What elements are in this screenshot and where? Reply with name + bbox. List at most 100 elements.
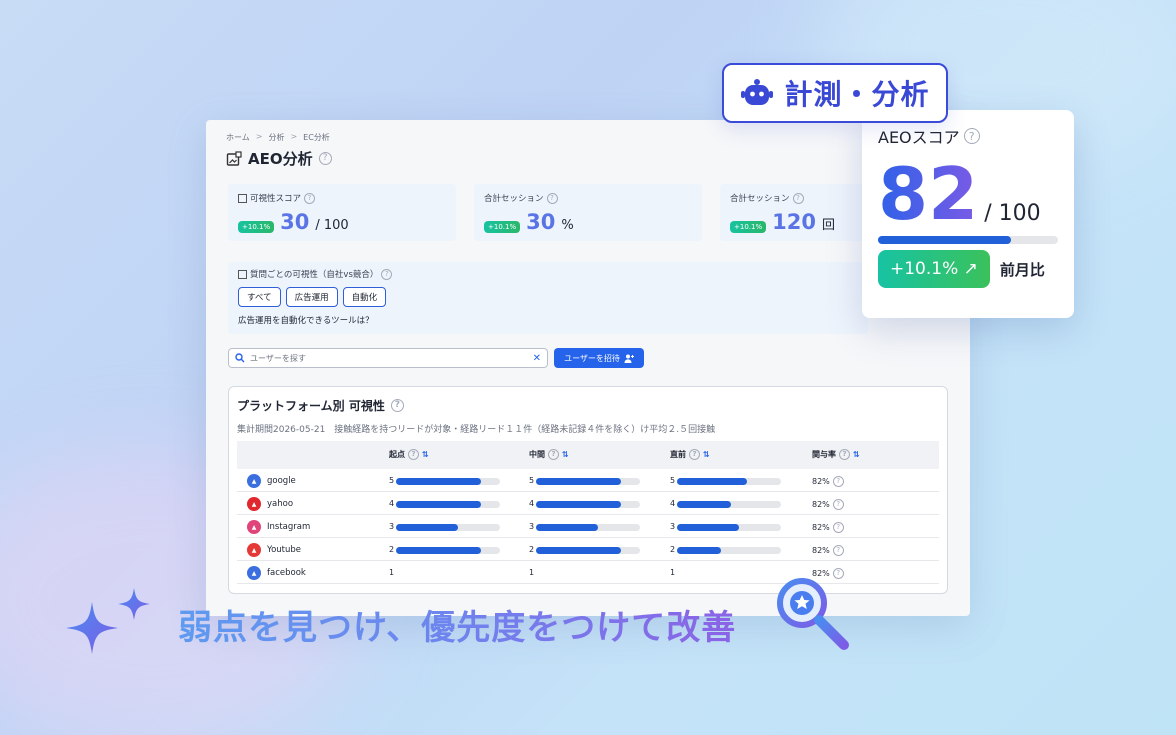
help-icon[interactable]: ? [832, 545, 844, 556]
count-start: 4 [389, 499, 395, 508]
bar-track-middle [536, 547, 640, 554]
bar-fill-start [396, 478, 482, 485]
column-rate[interactable]: 関与率? ⇅ [812, 449, 860, 460]
help-icon[interactable]: ? [689, 449, 700, 460]
count-middle: 1 [529, 568, 535, 577]
column-last[interactable]: 直前? ⇅ [670, 449, 710, 460]
bar-fill-last [677, 524, 740, 531]
bar-track-middle [536, 478, 640, 485]
help-icon[interactable]: ? [408, 449, 419, 460]
table-row[interactable]: ▲ google 5 5 5 82%? [237, 469, 939, 492]
bar-fill-middle [536, 524, 599, 531]
breadcrumb: ホーム > 分析 > EC分析 [226, 132, 330, 143]
count-start: 3 [389, 522, 395, 531]
robot-icon [741, 79, 774, 105]
help-icon[interactable]: ? [963, 128, 980, 144]
table-row[interactable]: ▲ Youtube 2 2 2 82%? [237, 538, 939, 561]
platform-name: yahoo [267, 499, 294, 509]
breadcrumb-home[interactable]: ホーム [226, 132, 250, 143]
platform-logo-icon: ▲ [247, 497, 261, 511]
platform-logo-icon: ▲ [247, 474, 261, 488]
platform-visibility-card: プラットフォーム別 可視性? 集計期間2026-05-21 接触経路を持つリード… [228, 386, 948, 594]
tagline: 弱点を見つけ、優先度をつけて改善 [178, 600, 736, 649]
help-icon[interactable]: ? [381, 268, 393, 280]
chart-icon [238, 193, 247, 203]
search-icon [235, 353, 245, 363]
bar-fill-start [396, 547, 482, 554]
help-icon[interactable]: ? [304, 192, 316, 204]
invite-user-button[interactable]: ユーザーを招待 [554, 348, 644, 368]
kpi-unit: / 100 [315, 218, 349, 233]
page-title: AEO分析 [248, 150, 313, 168]
bar-track-last [677, 478, 781, 485]
analytics-image-icon [226, 150, 242, 166]
count-start: 2 [389, 545, 395, 554]
aeo-score-card: AEOスコア? 82/ 100 +10.1% ↗ 前月比 [862, 110, 1074, 318]
delta-badge: +10.1% [238, 221, 275, 233]
help-icon[interactable]: ? [832, 476, 844, 487]
filter-chip-all[interactable]: すべて [238, 287, 281, 307]
sort-icon[interactable]: ⇅ [422, 450, 429, 459]
count-last: 3 [670, 522, 676, 531]
help-icon[interactable]: ? [839, 449, 850, 460]
column-start[interactable]: 起点? ⇅ [389, 449, 429, 460]
table-row[interactable]: ▲ Instagram 3 3 3 82%? [237, 515, 939, 538]
help-icon[interactable]: ? [318, 152, 332, 165]
help-icon[interactable]: ? [546, 192, 558, 204]
column-middle[interactable]: 中間? ⇅ [529, 449, 569, 460]
sort-icon[interactable]: ⇅ [703, 450, 710, 459]
kpi-label: 合計セッション [730, 194, 790, 204]
score-comparison: 前月比 [999, 260, 1045, 279]
feature-tag: 計測・分析 [722, 63, 948, 123]
bar-fill-middle [536, 478, 622, 485]
table-header: 起点? ⇅ 中間? ⇅ 直前? ⇅ 関与率? ⇅ [237, 441, 939, 469]
help-icon[interactable]: ? [832, 522, 844, 533]
bar-fill-last [677, 478, 747, 485]
bar-track-middle [536, 524, 640, 531]
rate-value: 82% [812, 546, 830, 555]
search-input[interactable]: ユーザーを探す [250, 353, 528, 364]
filter-chip-automation[interactable]: 自動化 [342, 287, 387, 307]
feature-tag-text: 計測・分析 [784, 78, 930, 111]
count-last: 4 [670, 499, 676, 508]
page-title-row: AEO分析 ? [226, 148, 332, 169]
count-start: 5 [389, 476, 395, 485]
count-last: 1 [670, 568, 676, 577]
kpi-card-visibility: 可視性スコア? +10.1% 30 / 100 [228, 184, 456, 241]
help-icon[interactable]: ? [792, 192, 804, 204]
bar-fill-start [396, 524, 459, 531]
platform-cell: ▲ yahoo [247, 497, 293, 511]
chart-icon [238, 269, 247, 279]
help-icon[interactable]: ? [548, 449, 559, 460]
breadcrumb-ec[interactable]: EC分析 [303, 132, 330, 143]
magnifier-star-icon [777, 578, 849, 650]
platform-logo-icon: ▲ [247, 543, 261, 557]
kpi-unit: % [561, 218, 574, 233]
help-icon[interactable]: ? [832, 499, 844, 510]
rate-value: 82% [812, 500, 830, 509]
bar-fill-middle [536, 547, 622, 554]
kpi-label: 合計セッション [484, 194, 544, 204]
platform-cell: ▲ facebook [247, 566, 306, 580]
table-row[interactable]: ▲ yahoo 4 4 4 82%? [237, 492, 939, 515]
bar-fill-start [396, 501, 482, 508]
card-subtitle: 集計期間2026-05-21 接触経路を持つリードが対象・経路リード１１件（経路… [237, 425, 716, 435]
count-middle: 2 [529, 545, 535, 554]
rate-value: 82% [812, 477, 830, 486]
clear-icon[interactable]: ✕ [533, 353, 541, 364]
platform-table-body: ▲ google 5 5 5 82%? ▲ yahoo 4 4 4 82%? ▲ Instagram 3 3 3… [237, 469, 939, 584]
user-search-field[interactable]: ユーザーを探す ✕ [228, 348, 548, 368]
delta-badge: +10.1% [484, 221, 521, 233]
rate-cell: 82%? [812, 545, 844, 556]
help-icon[interactable]: ? [390, 399, 404, 412]
sort-icon[interactable]: ⇅ [562, 450, 569, 459]
platform-logo-icon: ▲ [247, 520, 261, 534]
bar-track-last [677, 524, 781, 531]
rate-cell: 82%? [812, 522, 844, 533]
rate-cell: 82%? [812, 476, 844, 487]
breadcrumb-analysis[interactable]: 分析 [268, 132, 284, 143]
card-title: プラットフォーム別 可視性 [237, 399, 385, 413]
filter-chip-ads[interactable]: 広告運用 [285, 287, 338, 307]
sort-icon[interactable]: ⇅ [853, 450, 860, 459]
bar-fill-last [677, 547, 721, 554]
